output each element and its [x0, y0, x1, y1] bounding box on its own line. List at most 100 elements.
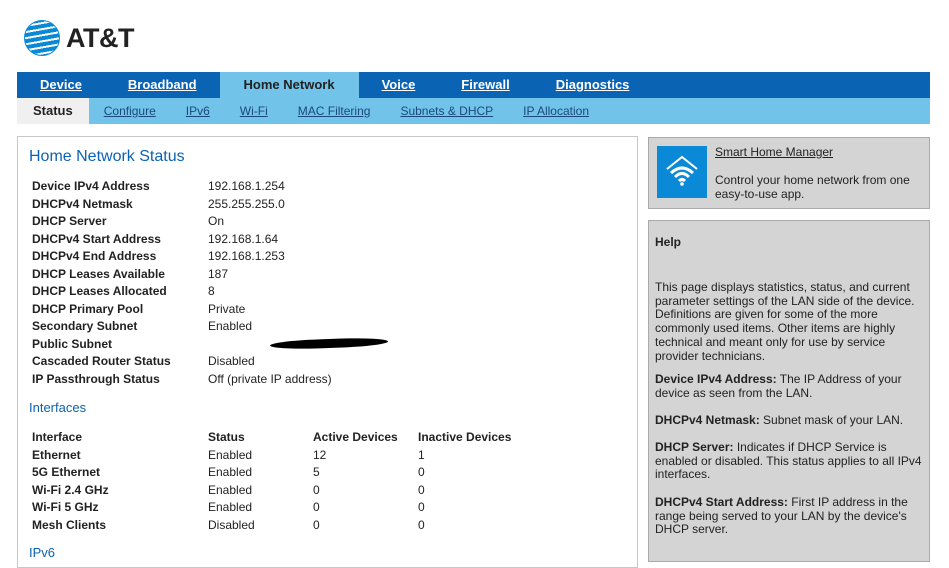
status-row: Device IPv4 Address 192.168.1.254 — [32, 179, 332, 197]
status-row: DHCP Primary Pool Private — [32, 302, 332, 320]
status-value: 192.168.1.64 — [208, 231, 279, 246]
table-cell: Enabled — [208, 447, 253, 462]
status-value: 192.168.1.253 — [208, 249, 285, 263]
subtab-wifi[interactable]: Wi-Fi — [240, 104, 268, 118]
smart-home-manager-link[interactable]: Smart Home Manager — [715, 145, 833, 159]
status-row: Cascaded Router Status Disabled — [32, 354, 332, 372]
status-label: DHCPv4 Netmask — [32, 196, 133, 211]
status-label: DHCP Server — [32, 214, 107, 228]
tab-voice[interactable]: Voice — [359, 72, 439, 98]
status-value: Disabled — [208, 354, 255, 368]
secondary-nav: Status Configure IPv6 Wi-Fi MAC Filterin… — [17, 98, 930, 124]
table-cell: 0 — [313, 517, 320, 532]
att-logo: AT&T — [24, 18, 134, 58]
status-label: Public Subnet — [32, 336, 113, 351]
status-value: 187 — [208, 266, 229, 281]
table-cell: Ethernet — [32, 447, 81, 462]
table-row: Wi-Fi 5 GHz Enabled 0 0 — [32, 500, 528, 518]
subtab-configure[interactable]: Configure — [104, 104, 156, 118]
status-value: 255.255.255.0 — [208, 196, 285, 211]
brand-name: AT&T — [66, 22, 134, 53]
status-row: DHCP Leases Available 187 — [32, 267, 332, 285]
table-cell: 12 — [313, 447, 327, 462]
tab-home-network[interactable]: Home Network — [219, 72, 359, 98]
status-list: Device IPv4 Address 192.168.1.254 DHCPv4 … — [32, 179, 332, 389]
ipv6-heading: IPv6 — [29, 545, 56, 560]
smart-home-description: Control your home network from one easy-… — [715, 173, 910, 201]
tab-broadband[interactable]: Broadband — [105, 72, 220, 98]
subtab-subnets-dhcp[interactable]: Subnets & DHCP — [400, 104, 493, 118]
status-value: Enabled — [208, 319, 253, 333]
status-row: DHCPv4 Start Address 192.168.1.64 — [32, 232, 332, 250]
primary-nav: Device Broadband Home Network Voice Fire… — [17, 72, 930, 98]
column-header: Interface — [32, 430, 83, 444]
table-cell: 0 — [418, 500, 425, 514]
table-cell: Wi-Fi 2.4 GHz — [32, 482, 109, 497]
help-item: DHCPv4 Netmask: Subnet mask of your LAN. — [655, 413, 925, 428]
status-row: DHCP Server On — [32, 214, 332, 232]
status-label: DHCPv4 Start Address — [32, 231, 161, 246]
status-row: Secondary Subnet Enabled — [32, 319, 332, 337]
status-label: Device IPv4 Address — [32, 179, 150, 193]
help-term: DHCP Server: — [655, 440, 734, 454]
table-cell: 0 — [418, 465, 425, 479]
status-value: 192.168.1.254 — [208, 179, 285, 193]
subtab-status[interactable]: Status — [17, 98, 89, 124]
table-cell: 0 — [313, 482, 320, 497]
table-cell: Wi-Fi 5 GHz — [32, 500, 99, 514]
table-row: Mesh Clients Disabled 0 0 — [32, 518, 528, 536]
status-label: DHCP Leases Allocated — [32, 284, 167, 298]
interfaces-table: Interface Status Active Devices Inactive… — [32, 430, 528, 535]
subtab-ipv6[interactable]: IPv6 — [186, 104, 210, 118]
status-label: Cascaded Router Status — [32, 354, 171, 368]
help-item: DHCP Server: Indicates if DHCP Service i… — [655, 440, 925, 482]
table-cell: 0 — [418, 482, 425, 497]
column-header: Status — [208, 430, 245, 444]
help-term: Device IPv4 Address: — [655, 372, 777, 386]
tab-device[interactable]: Device — [17, 72, 105, 98]
tab-diagnostics[interactable]: Diagnostics — [533, 72, 653, 98]
table-row: Wi-Fi 2.4 GHz Enabled 0 0 — [32, 483, 528, 501]
table-cell: Disabled — [208, 517, 255, 532]
status-label: IP Passthrough Status — [32, 371, 160, 386]
status-value: Private — [208, 301, 246, 316]
table-cell: 5G Ethernet — [32, 465, 101, 479]
subtab-mac-filtering[interactable]: MAC Filtering — [298, 104, 371, 118]
help-title: Help — [655, 235, 682, 249]
table-row: Ethernet Enabled 12 1 — [32, 448, 528, 466]
help-item: DHCPv4 Start Address: First IP address i… — [655, 495, 925, 537]
help-term: DHCPv4 Start Address: — [655, 495, 788, 509]
table-header: Interface Status Active Devices Inactive… — [32, 430, 528, 448]
help-item: Device IPv4 Address: The IP Address of y… — [655, 372, 925, 400]
status-row: DHCPv4 Netmask 255.255.255.0 — [32, 197, 332, 215]
column-header: Inactive Devices — [418, 430, 512, 444]
help-panel: Help This page displays statistics, stat… — [648, 220, 930, 562]
main-panel: Home Network Status Device IPv4 Address 1… — [17, 136, 638, 568]
table-cell: 5 — [313, 465, 320, 479]
help-intro: This page displays statistics, status, a… — [655, 280, 915, 363]
table-cell: 0 — [418, 517, 425, 532]
table-row: 5G Ethernet Enabled 5 0 — [32, 465, 528, 483]
table-cell: Enabled — [208, 500, 253, 514]
tab-firewall[interactable]: Firewall — [438, 72, 532, 98]
table-cell: Mesh Clients — [32, 517, 107, 532]
smart-home-panel: Smart Home Manager Control your home net… — [648, 137, 930, 209]
table-cell: 0 — [313, 500, 320, 514]
table-cell: 1 — [418, 447, 425, 462]
help-term: DHCPv4 Netmask: — [655, 413, 760, 427]
help-text: Subnet mask of your LAN. — [759, 413, 904, 427]
table-cell: Enabled — [208, 465, 253, 479]
att-globe-icon — [24, 20, 60, 56]
status-value: 8 — [208, 284, 215, 298]
status-value: Off (private IP address) — [208, 371, 332, 386]
status-row: DHCP Leases Allocated 8 — [32, 284, 332, 302]
wifi-home-icon[interactable] — [657, 146, 707, 198]
interfaces-heading: Interfaces — [29, 400, 87, 415]
subtab-ip-allocation[interactable]: IP Allocation — [523, 104, 589, 118]
status-value: On — [208, 214, 225, 228]
status-label: DHCP Leases Available — [32, 266, 165, 281]
column-header: Active Devices — [313, 430, 398, 444]
page-title: Home Network Status — [29, 148, 185, 165]
table-cell: Enabled — [208, 482, 253, 497]
status-label: Secondary Subnet — [32, 319, 138, 333]
